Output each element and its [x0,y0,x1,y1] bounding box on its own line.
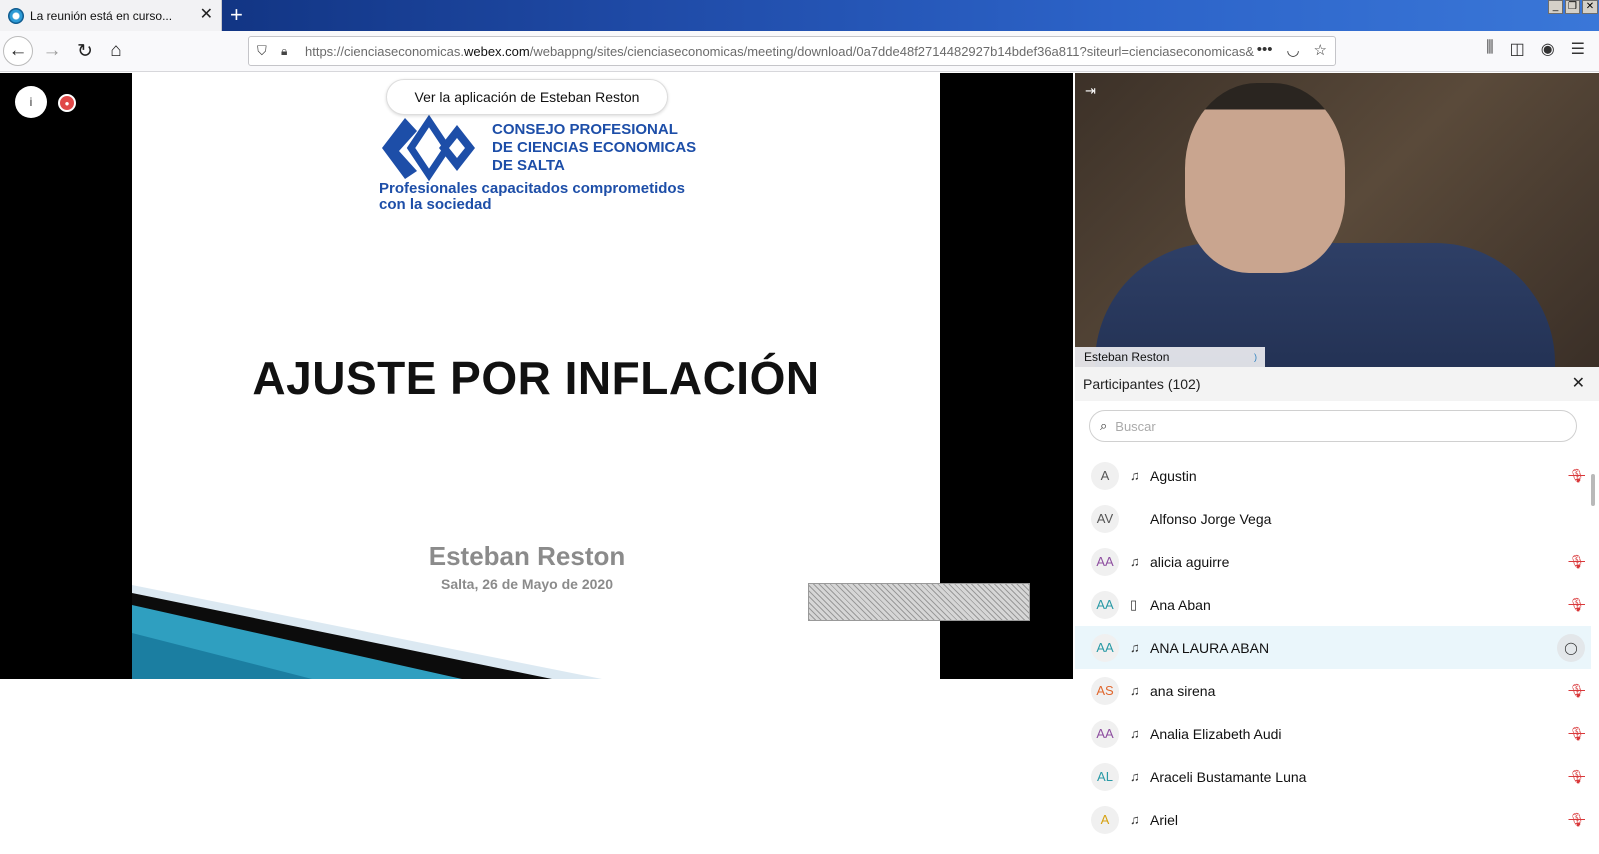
sidebar-icon[interactable]: ◫ [1510,39,1525,59]
participant-name: Araceli Bustamante Luna [1150,768,1307,785]
headset-icon: ♫ [1130,468,1140,483]
participant-name: alicia aguirre [1150,553,1230,570]
participant-avatar: A [1091,461,1119,490]
chat-icon[interactable]: ◯ [1557,633,1585,662]
search-input[interactable] [1115,418,1556,434]
slide-title: AJUSTE POR INFLACIÓN [252,352,820,404]
participant-avatar: AA [1091,633,1119,662]
participant-search[interactable]: ⌕ [1089,410,1577,442]
tab-title: La reunión está en curso... [30,8,173,23]
library-icon[interactable]: ⫼ [1486,39,1493,59]
phone-icon: ▯ [1130,596,1138,612]
muted-mic-icon[interactable]: 🎙︎ [1568,726,1585,742]
headset-icon: ♫ [1130,812,1140,827]
participant-avatar: AA [1091,590,1119,619]
view-application-button[interactable]: Ver la aplicación de Esteban Reston [386,79,668,115]
bookmark-star-icon[interactable]: ☆ [1314,41,1327,59]
organization-tagline: Profesionales capacitados comprometidos … [379,180,685,213]
muted-mic-icon[interactable]: 🎙︎ [1568,597,1585,613]
close-tab-icon[interactable]: ✕ [200,6,213,24]
scrollbar-thumb[interactable] [1591,474,1595,506]
shield-icon[interactable]: ⛉ [257,43,277,59]
search-icon: ⌕ [1100,418,1108,433]
muted-mic-icon[interactable]: 🎙︎ [1568,468,1585,484]
cpce-logo-icon [382,114,475,182]
recording-indicator-icon[interactable]: ● [58,94,76,112]
obscured-region [808,583,1030,621]
signal-icon: ) [1254,352,1257,362]
participant-avatar: AS [1091,676,1119,705]
info-icon: i [29,95,33,109]
participant-row[interactable]: AL ♫ Araceli Bustamante Luna 🎙︎ [1075,755,1591,798]
participant-row[interactable]: AS ♫ ana sirena 🎙︎ [1075,669,1591,712]
lock-icon[interactable]: 🔒︎ [281,44,299,59]
participant-row[interactable]: AA ♫ Analia Elizabeth Audi 🎙︎ [1075,712,1591,755]
participants-panel: Participantes (102) ✕ ⌕ A ♫ Agustin 🎙︎ AV Alf… [1075,367,1599,854]
pocket-icon[interactable]: ◡ [1286,41,1299,59]
restore-window-icon[interactable]: ❐ [1565,0,1580,14]
participant-avatar: AL [1091,762,1119,791]
participant-name: ana sirena [1150,682,1216,699]
menu-icon[interactable]: ☰ [1571,39,1585,59]
headset-icon: ♫ [1130,683,1140,698]
reload-button[interactable]: ↻ [70,36,100,66]
participant-name: Ana Aban [1150,596,1211,613]
participant-name: Alfonso Jorge Vega [1150,510,1272,527]
organization-name: CONSEJO PROFESIONAL DE CIENCIAS ECONOMIC… [492,121,697,174]
forward-button[interactable]: → [37,36,67,66]
slide-presenter: Esteban Reston [428,541,626,571]
muted-mic-icon[interactable]: 🎙︎ [1568,812,1585,828]
minimize-window-icon[interactable]: _ [1548,0,1563,14]
participant-row[interactable]: A ♫ Ariel 🎙︎ [1075,798,1591,841]
participant-row[interactable]: A ♫ Agustin 🎙︎ [1075,454,1591,497]
navigation-bar: ← → ↻ ⌂ ⛉ 🔒︎ https://cienciaseconomicas.… [0,31,1599,72]
presenter-video[interactable]: ⇥ Esteban Reston ) [1075,73,1599,367]
tab-meeting[interactable]: La reunión está en curso... ✕ [0,0,222,31]
shared-content-area: i ● CONSEJO PROFESIONAL DE CIENCIAS ECON… [0,73,1073,679]
back-button[interactable]: ← [3,36,33,66]
webex-favicon-icon [8,7,24,24]
participant-avatar: AA [1091,719,1119,748]
page-actions-icon[interactable]: ••• [1257,41,1273,59]
participant-row[interactable]: AA ♫ alicia aguirre 🎙︎ [1075,540,1591,583]
video-name-tag: Esteban Reston ) [1075,347,1265,367]
headset-icon: ♫ [1130,769,1140,784]
participant-row[interactable]: AA ♫ ANA LAURA ABAN ◯ [1075,626,1591,669]
participant-name: Analia Elizabeth Audi [1150,725,1282,742]
tab-bar: La reunión está en curso... ✕ + _ ❐ ✕ [0,0,1599,31]
muted-mic-icon[interactable]: 🎙︎ [1568,683,1585,699]
participant-name: Ariel [1150,811,1179,828]
participant-avatar: AV [1091,504,1119,533]
home-button[interactable]: ⌂ [101,36,131,66]
new-tab-button[interactable]: + [230,3,243,27]
close-window-icon[interactable]: ✕ [1582,0,1598,14]
headset-icon: ♫ [1130,554,1140,569]
participant-avatar: AA [1091,547,1119,576]
video-person-head [1185,83,1345,273]
participant-avatar: A [1091,805,1119,834]
account-icon[interactable]: ◉ [1541,39,1555,59]
participant-row[interactable]: AA ▯ Ana Aban 🎙︎ [1075,583,1591,626]
close-panel-icon[interactable]: ✕ [1572,367,1585,401]
headset-icon: ♫ [1130,726,1140,741]
participants-header: Participantes (102) ✕ [1075,367,1599,401]
participant-name: ANA LAURA ABAN [1150,639,1270,656]
url-text[interactable]: https://cienciaseconomicas.webex.com/web… [305,44,1255,59]
participant-row[interactable]: AV Alfonso Jorge Vega [1075,497,1591,540]
address-bar[interactable]: ⛉ 🔒︎ https://cienciaseconomicas.webex.co… [248,36,1336,66]
participant-name: Agustin [1150,467,1197,484]
headset-icon: ♫ [1130,640,1140,655]
collapse-panel-icon[interactable]: ⇥ [1085,83,1096,99]
muted-mic-icon[interactable]: 🎙︎ [1568,769,1585,785]
muted-mic-icon[interactable]: 🎙︎ [1568,554,1585,570]
meeting-info-button[interactable]: i [15,86,47,118]
